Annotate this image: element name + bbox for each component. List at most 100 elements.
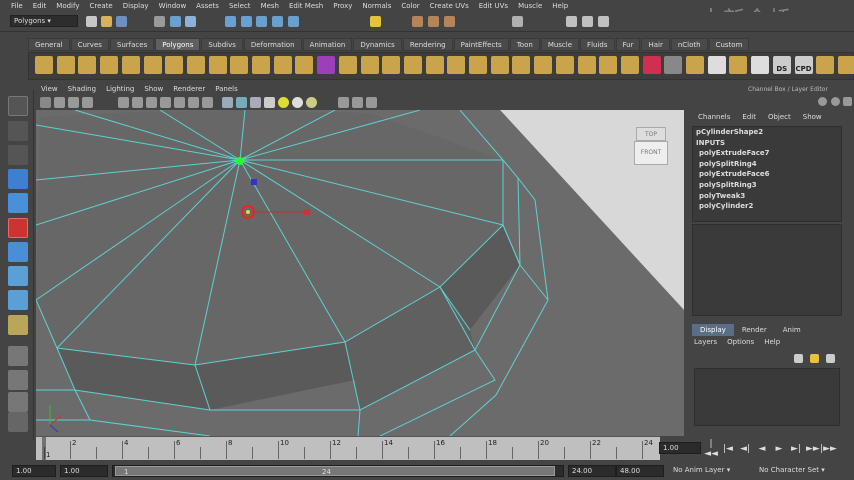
poly-cylinder-icon[interactable] (78, 56, 97, 74)
shelf-tab-ncloth[interactable]: nCloth (670, 38, 708, 51)
select-camera-icon[interactable] (40, 97, 51, 108)
go-to-start-button[interactable]: |◄◄ (704, 439, 718, 459)
snap-curve-icon[interactable] (241, 16, 252, 27)
extract-icon[interactable] (338, 56, 357, 74)
average-vertices-icon[interactable] (403, 56, 422, 74)
menu-create-uvs[interactable]: Create UVs (425, 2, 474, 10)
shelf-tab-subdivs[interactable]: Subdivs (201, 38, 243, 51)
combine-icon[interactable] (295, 56, 314, 74)
append-polygon-icon[interactable] (469, 56, 487, 74)
paint-select-tool-icon[interactable] (8, 145, 28, 165)
anim-layer-dropdown[interactable]: No Anim Layer ▾ (670, 465, 756, 477)
menu-mesh[interactable]: Mesh (256, 2, 284, 10)
perspective-viewport[interactable] (36, 110, 684, 436)
channel-object-name[interactable]: pCylinderShape2 (693, 127, 841, 138)
film-gate-icon[interactable] (132, 97, 143, 108)
input-node-polysplitring4[interactable]: polySplitRing4 (693, 159, 841, 170)
render-settings-icon[interactable] (444, 16, 455, 27)
panel-menu-lighting[interactable]: Lighting (101, 84, 139, 95)
step-back-frame-button[interactable]: ◄| (738, 444, 752, 454)
character-set-dropdown[interactable]: No Character Set ▾ (756, 465, 854, 477)
time-slider[interactable]: 1 2 4 6 8 10 12 14 16 18 20 22 24 (36, 436, 660, 460)
new-scene-icon[interactable] (86, 16, 97, 27)
shelf-tab-dynamics[interactable]: Dynamics (353, 38, 402, 51)
channel-box-icon-3[interactable] (843, 97, 852, 106)
viewcube[interactable]: TOP FRONT (634, 127, 668, 167)
range-track[interactable]: 1 24 (112, 465, 564, 477)
create-uvs-icon[interactable] (751, 56, 770, 74)
split-polygon-icon[interactable] (490, 56, 509, 74)
show-attribute-editor-icon[interactable] (566, 16, 577, 27)
wireframe-on-shaded-icon[interactable] (250, 97, 261, 108)
menu-file[interactable]: File (6, 2, 28, 10)
shelf-tab-curves[interactable]: Curves (70, 38, 109, 51)
select-tool-icon[interactable] (8, 96, 28, 116)
input-node-polysplitring3[interactable]: polySplitRing3 (693, 180, 841, 191)
step-forward-key-button[interactable]: ►►| (806, 444, 823, 454)
poly-soccer-ball-icon[interactable] (252, 56, 270, 74)
viewcube-top[interactable]: TOP (636, 127, 666, 141)
mirror-icon[interactable] (816, 56, 835, 74)
play-backwards-button[interactable]: ◄ (755, 444, 769, 454)
channel-menu-object[interactable]: Object (762, 113, 797, 121)
channel-menu-edit[interactable]: Edit (736, 113, 762, 121)
viewcube-front[interactable]: FRONT (634, 141, 668, 165)
chamfer-icon[interactable] (599, 56, 618, 74)
camera-attributes-icon[interactable] (54, 97, 65, 108)
insert-edge-loop-icon[interactable] (512, 56, 531, 74)
shelf-tab-rendering[interactable]: Rendering (402, 38, 453, 51)
field-chart-icon[interactable] (174, 97, 185, 108)
select-object-icon[interactable] (170, 16, 181, 27)
save-scene-icon[interactable] (116, 16, 127, 27)
ds-icon[interactable]: DS (772, 56, 791, 74)
high-quality-icon[interactable] (306, 97, 317, 108)
layer-tab-anim[interactable]: Anim (775, 324, 809, 336)
panel-menu-renderer[interactable]: Renderer (168, 84, 210, 95)
input-output-icon[interactable] (370, 16, 381, 27)
channel-box-icon[interactable] (818, 97, 827, 106)
panel-menu-show[interactable]: Show (139, 84, 168, 95)
scale-tool-icon[interactable] (8, 218, 28, 238)
bridge-icon[interactable] (577, 56, 596, 74)
shelf-tab-animation[interactable]: Animation (302, 38, 353, 51)
new-layer-icon[interactable] (794, 354, 803, 363)
select-hierarchy-icon[interactable] (154, 16, 165, 27)
menu-display[interactable]: Display (118, 2, 154, 10)
layer-tab-render[interactable]: Render (734, 324, 775, 336)
current-frame-field[interactable]: 1.00 (659, 442, 701, 454)
channel-menu-show[interactable]: Show (797, 113, 828, 121)
panel-menu-panels[interactable]: Panels (210, 84, 243, 95)
new-layer-selected-icon[interactable] (810, 354, 819, 363)
last-tool-icon[interactable] (8, 266, 28, 286)
menu-color[interactable]: Color (396, 2, 424, 10)
layer-options-icon[interactable] (826, 354, 835, 363)
open-scene-icon[interactable] (101, 16, 112, 27)
safe-action-icon[interactable] (188, 97, 199, 108)
gate-mask-icon[interactable] (160, 97, 171, 108)
current-time-marker[interactable] (42, 437, 46, 460)
poke-icon[interactable] (686, 56, 704, 74)
poly-helix-icon[interactable] (230, 56, 249, 74)
shadows-icon[interactable] (292, 97, 303, 108)
step-back-key-button[interactable]: |◄ (721, 444, 735, 454)
render-current-frame-icon[interactable] (412, 16, 423, 27)
poly-cube-icon[interactable] (56, 56, 75, 74)
single-perspective-layout-icon[interactable] (8, 346, 28, 366)
playback-start-field[interactable]: 1.00 (60, 465, 108, 477)
manip-y-handle[interactable] (251, 179, 257, 185)
wedge-icon[interactable] (664, 56, 683, 74)
input-line-icon[interactable] (512, 16, 523, 27)
snap-point-icon[interactable] (256, 16, 267, 27)
step-forward-frame-button[interactable]: ►| (789, 444, 803, 454)
menu-modify[interactable]: Modify (51, 2, 84, 10)
shelf-tab-deformation[interactable]: Deformation (243, 38, 302, 51)
smooth-shade-icon[interactable] (236, 97, 247, 108)
shelf-tab-hair[interactable]: Hair (641, 38, 670, 51)
menu-muscle[interactable]: Muscle (513, 2, 547, 10)
snap-grid-icon[interactable] (225, 16, 236, 27)
smooth-icon[interactable] (382, 56, 401, 74)
poly-platonic-icon[interactable] (273, 56, 292, 74)
menu-create[interactable]: Create (84, 2, 117, 10)
manip-x-handle[interactable] (304, 209, 310, 215)
input-node-polytweak3[interactable]: polyTweak3 (693, 191, 841, 202)
